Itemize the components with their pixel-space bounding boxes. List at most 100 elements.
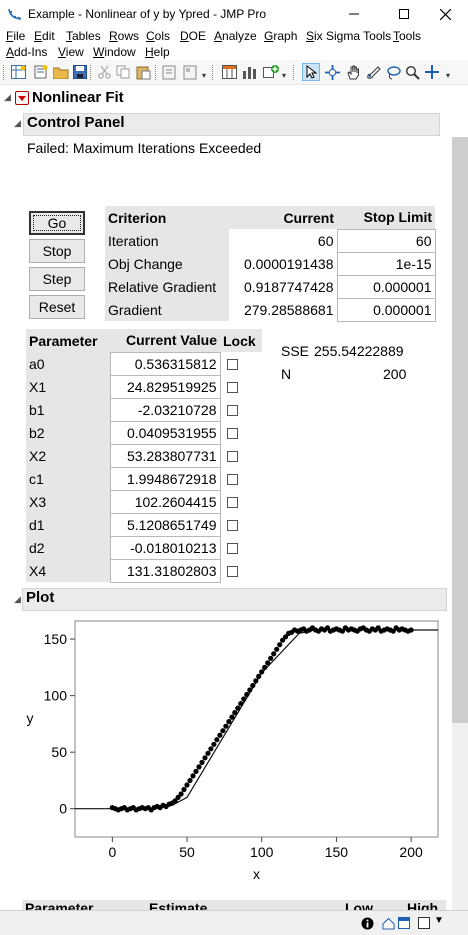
parameter-value-input[interactable]: 0.0409531955 xyxy=(109,420,221,445)
reset-button[interactable]: Reset xyxy=(29,295,85,319)
menu-edit[interactable]: Edit xyxy=(34,29,55,43)
info-icon[interactable] xyxy=(361,917,374,930)
stop-limit-input[interactable]: 60 xyxy=(336,228,436,253)
paste-icon[interactable] xyxy=(134,63,152,81)
red-triangle-menu-icon[interactable] xyxy=(15,91,29,105)
lock-checkbox[interactable] xyxy=(226,543,238,555)
copy-icon[interactable] xyxy=(114,63,132,81)
scrollbar-thumb[interactable] xyxy=(452,137,468,723)
menu-tools[interactable]: Tools xyxy=(393,29,421,43)
arrow-tool-icon[interactable] xyxy=(302,63,320,81)
criterion-name: Gradient xyxy=(105,298,229,321)
table-row: X3 102.2604415 xyxy=(26,489,262,514)
menu-six-sigma-tools[interactable]: Six Sigma Tools xyxy=(306,29,391,43)
lock-checkbox[interactable] xyxy=(226,566,238,578)
stop-limit-header: Stop Limit xyxy=(337,206,435,229)
lock-checkbox[interactable] xyxy=(226,520,238,532)
window-list-icon[interactable] xyxy=(398,917,410,929)
control-panel-disclosure-icon[interactable]: ◢ xyxy=(14,118,21,129)
parameter-value-input[interactable]: -2.03210728 xyxy=(109,397,221,422)
lock-checkbox[interactable] xyxy=(226,451,238,463)
maximize-icon xyxy=(399,9,409,19)
home-icon[interactable] xyxy=(382,917,395,930)
data-point xyxy=(247,687,253,693)
crosshair-tool-icon[interactable] xyxy=(323,63,341,81)
open-icon[interactable] xyxy=(52,63,70,81)
stop-limit-input[interactable]: 0.000001 xyxy=(336,274,436,299)
parameter-value-input[interactable]: 1.9948672918 xyxy=(109,466,221,491)
save-icon[interactable] xyxy=(71,63,89,81)
data-grid-icon[interactable] xyxy=(220,63,238,81)
parameter-value-input[interactable]: 102.2604415 xyxy=(109,489,221,514)
menu-rows[interactable]: Rows xyxy=(109,29,139,43)
plot-disclosure-icon[interactable]: ◢ xyxy=(14,594,21,605)
menu-cols[interactable]: Cols xyxy=(146,29,170,43)
go-button[interactable]: Go xyxy=(29,211,85,235)
add-icon[interactable] xyxy=(262,63,280,81)
table-row: Gradient 279.28588681 0.000001 xyxy=(105,297,436,322)
stop-limit-input[interactable]: 1e-15 xyxy=(336,251,436,276)
toolbar-overflow-icon-3[interactable]: ▾ xyxy=(446,71,450,80)
parameter-value-input[interactable]: 5.1208651749 xyxy=(109,512,221,537)
lasso-tool-icon[interactable] xyxy=(384,63,402,81)
minimize-button[interactable] xyxy=(331,0,377,28)
toolbar-separator xyxy=(212,65,215,80)
toolbar-grip[interactable] xyxy=(3,65,6,80)
parameter-value-input[interactable]: 0.536315812 xyxy=(109,351,221,376)
plot-header[interactable]: Plot xyxy=(22,588,447,611)
step-button[interactable]: Step xyxy=(29,267,85,291)
layout-icon[interactable] xyxy=(181,63,199,81)
journal-icon[interactable] xyxy=(160,63,178,81)
new-data-table-icon[interactable] xyxy=(9,63,27,81)
menu-analyze[interactable]: Analyze xyxy=(214,29,257,43)
parameter-name: X2 xyxy=(26,444,110,467)
chevron-down-icon[interactable]: ▼ xyxy=(434,915,444,926)
data-point xyxy=(250,682,256,689)
menu-help[interactable]: Help xyxy=(145,45,170,59)
data-point xyxy=(208,746,214,752)
magnifier-tool-icon[interactable] xyxy=(403,63,421,81)
menu-doe[interactable]: DOE xyxy=(180,29,206,43)
parameter-value-input[interactable]: 53.283807731 xyxy=(109,443,221,468)
parameter-value-input[interactable]: 24.829519925 xyxy=(109,374,221,399)
sse-value: 255.54222889 xyxy=(314,343,404,359)
selection-box-icon[interactable] xyxy=(418,917,430,929)
menu-graph[interactable]: Graph xyxy=(264,29,297,43)
lock-checkbox[interactable] xyxy=(226,382,238,394)
disclosure-triangle-icon[interactable]: ◢ xyxy=(4,92,11,103)
bar-chart-icon[interactable] xyxy=(240,63,258,81)
x-tick-label: 150 xyxy=(325,844,349,860)
menu-add-ins[interactable]: Add-Ins xyxy=(6,45,47,59)
lock-checkbox[interactable] xyxy=(226,428,238,440)
parameter-header: Parameter xyxy=(26,329,110,352)
menu-file[interactable]: File xyxy=(6,29,25,43)
menu-window[interactable]: Window xyxy=(93,45,136,59)
toolbar-overflow-icon-2[interactable]: ▾ xyxy=(282,71,286,80)
maximize-button[interactable] xyxy=(381,0,427,28)
table-row: d1 5.1208651749 xyxy=(26,512,262,537)
data-point xyxy=(223,723,229,729)
menu-tables[interactable]: Tables xyxy=(66,29,101,43)
toolbar-overflow-icon[interactable]: ▾ xyxy=(202,71,206,80)
lock-checkbox[interactable] xyxy=(226,497,238,509)
parameter-value-input[interactable]: 131.31802803 xyxy=(109,558,221,583)
new-script-icon[interactable] xyxy=(31,63,49,81)
criterion-current: 0.0000191438 xyxy=(243,255,334,272)
lock-checkbox[interactable] xyxy=(226,405,238,417)
fit-status-message: Failed: Maximum Iterations Exceeded xyxy=(27,140,262,156)
data-point xyxy=(202,755,208,761)
brush-tool-icon[interactable] xyxy=(364,63,382,81)
hand-tool-icon[interactable] xyxy=(344,63,362,81)
data-point xyxy=(259,669,265,675)
parameter-value-input[interactable]: -0.018010213 xyxy=(109,535,221,560)
control-panel-header[interactable]: Control Panel xyxy=(23,113,440,136)
stop-limit-input[interactable]: 0.000001 xyxy=(336,297,436,322)
stop-button[interactable]: Stop xyxy=(29,239,85,263)
lock-checkbox[interactable] xyxy=(226,359,238,371)
cut-icon[interactable] xyxy=(95,63,113,81)
menu-view[interactable]: View xyxy=(58,45,84,59)
lock-checkbox[interactable] xyxy=(226,474,238,486)
x-axis-label: x xyxy=(253,866,260,882)
plus-tool-icon[interactable] xyxy=(423,63,441,81)
close-button[interactable] xyxy=(422,0,468,28)
